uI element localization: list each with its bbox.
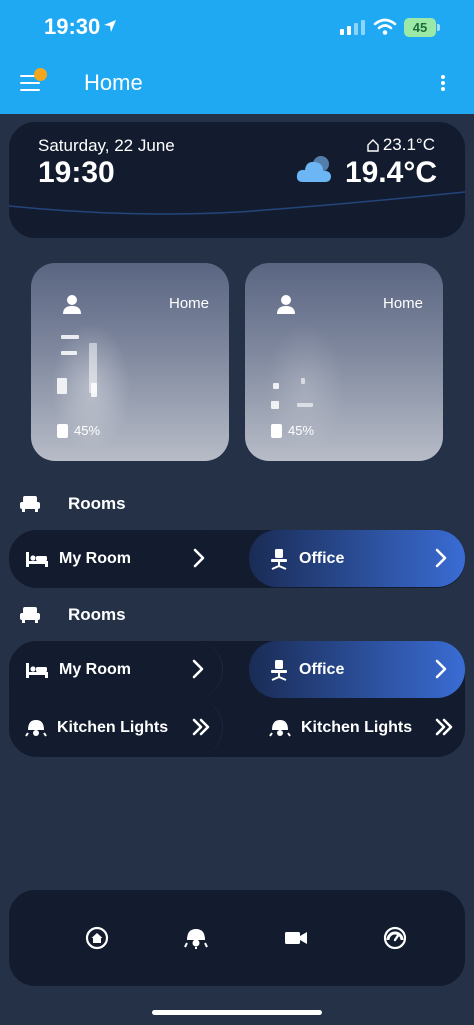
room-office[interactable]: Office [249,641,465,698]
temperature-graph [9,191,465,215]
person-icon [277,295,295,314]
camera-card[interactable]: Home 45% [245,263,443,461]
person-icon [63,295,81,314]
office-chair-icon [271,548,287,570]
camera-stat: 45% [57,423,100,438]
lights-icon[interactable] [184,926,208,950]
section-title: Rooms [68,494,126,513]
chevron-right-icon [192,659,204,679]
status-time: 19:30 [44,14,101,39]
room-group: My Room Office Kitchen Lights Kitchen Li… [9,641,465,757]
bed-icon [26,551,48,567]
double-chevron-right-icon [435,718,453,736]
camera-icon[interactable] [284,926,308,950]
room-label: My Room [59,549,131,567]
double-chevron-right-icon [192,718,210,736]
app-header: 19:30 45 Home [0,0,474,114]
notification-dot [34,68,47,81]
light-kitchen-lights[interactable]: Kitchen Lights [9,699,223,756]
camera-label: Home [168,295,209,312]
wifi-icon [373,18,397,35]
room-office[interactable]: Office [249,530,465,587]
ceiling-light-icon [269,719,291,737]
room-label: Office [299,549,345,567]
chevron-right-icon [435,659,447,679]
bottom-navigation [9,890,465,986]
battery-indicator: 45 [404,18,436,37]
light-kitchen-lights[interactable]: Kitchen Lights [249,699,465,756]
office-chair-icon [271,659,287,681]
room-my-room[interactable]: My Room [9,641,223,698]
camera-card[interactable]: Home 45% [31,263,229,461]
section-header-rooms: Rooms [20,494,126,514]
light-label: Kitchen Lights [301,718,413,736]
ceiling-light-icon [25,719,47,737]
sofa-icon [20,496,40,512]
more-options-icon[interactable] [432,70,454,96]
house-icon [367,138,379,152]
cellular-signal-icon [340,20,365,35]
room-label: Office [299,660,345,678]
indoor-temperature-value: 23.1°C [382,135,435,154]
room-label: My Room [59,660,131,678]
light-label: Kitchen Lights [57,718,169,736]
chevron-right-icon [193,548,205,568]
camera-label: Home [382,295,423,312]
bed-icon [26,662,48,678]
camera-stat: 45% [271,423,314,438]
page-title: Home [84,70,143,95]
room-my-room[interactable]: My Room [9,530,223,587]
cloud-sun-icon [296,156,331,182]
camera-stat-value: 45% [74,423,101,438]
clock-weather-card: Saturday, 22 June 19:30 23.1°C 19.4°C [9,122,465,238]
section-header-rooms: Rooms [20,605,126,625]
section-title: Rooms [68,605,126,624]
date-label: Saturday, 22 June [38,136,175,155]
battery-cap [437,24,440,31]
location-arrow-icon [104,20,116,32]
home-indicator[interactable] [152,1010,322,1015]
battery-icon [271,423,282,438]
sofa-icon [20,607,40,623]
chevron-right-icon [435,548,447,568]
home-icon[interactable] [85,926,109,950]
indoor-temperature: 23.1°C [367,135,435,155]
room-group: My Room Office [9,530,465,588]
battery-icon [57,423,68,438]
speedometer-icon[interactable] [383,926,407,950]
camera-stat-value: 45% [288,423,315,438]
